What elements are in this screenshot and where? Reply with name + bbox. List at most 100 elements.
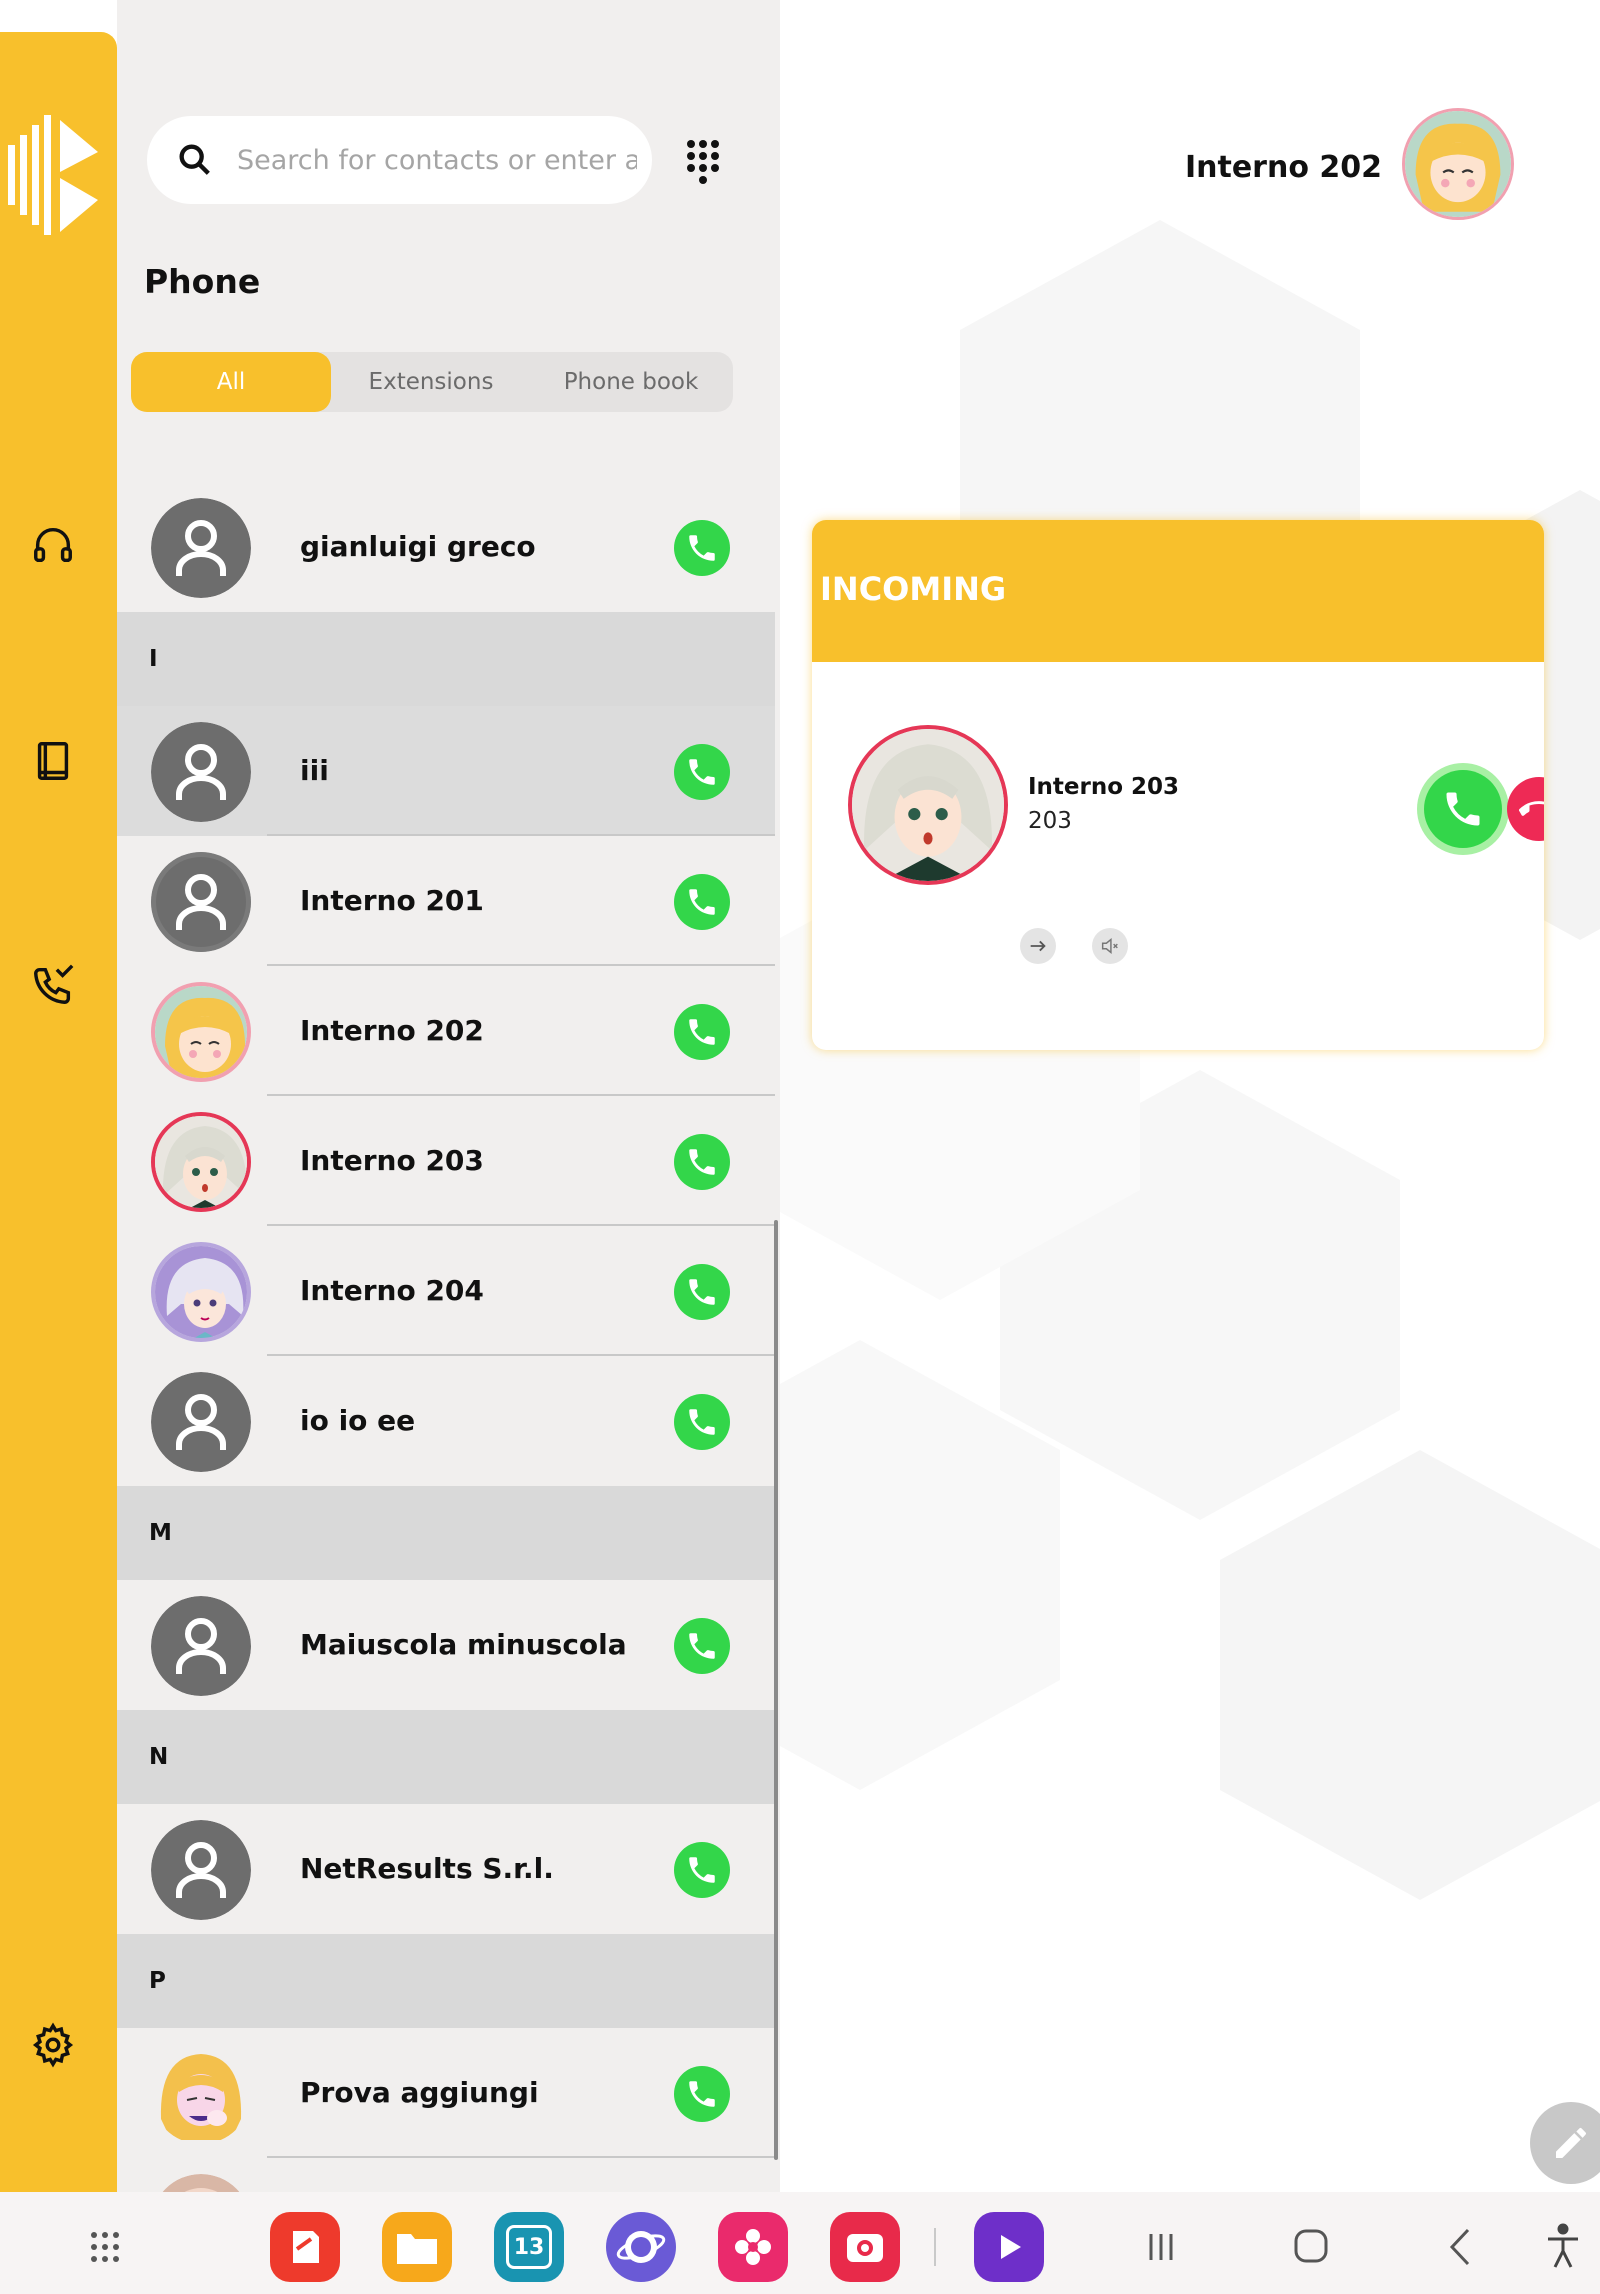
home-icon[interactable] (1276, 2212, 1346, 2282)
avatar (151, 1242, 251, 1342)
avatar (151, 1112, 251, 1212)
phone-icon (689, 1857, 715, 1883)
current-user-avatar[interactable] (1402, 108, 1514, 220)
incoming-call-header: INCOMING (812, 520, 1544, 662)
search-bar[interactable] (147, 116, 652, 204)
dialpad-icon[interactable] (679, 136, 727, 184)
contact-name: NetResults S.r.l. (300, 1852, 554, 1885)
hexagon-background (780, 220, 1600, 1900)
browser-app-icon[interactable] (606, 2212, 676, 2282)
headset-icon[interactable] (30, 522, 76, 568)
contact-name: gianluigi greco (300, 530, 536, 563)
contact-name: iii (300, 754, 329, 787)
calendar-app-icon[interactable]: 13 (494, 2212, 564, 2282)
phonebook-icon[interactable] (30, 738, 76, 784)
avatar (151, 982, 251, 1082)
default-avatar-icon (151, 852, 251, 952)
contact-name: Interno 203 (300, 1144, 484, 1177)
phone-icon (689, 1633, 715, 1659)
accessibility-icon[interactable] (1528, 2212, 1598, 2282)
call-button[interactable] (674, 2066, 730, 2122)
tab-extensions[interactable]: Extensions (331, 352, 531, 412)
calendar-day: 13 (506, 2225, 552, 2269)
camera-app-icon[interactable] (830, 2212, 900, 2282)
default-avatar-icon (151, 722, 251, 822)
contact-row[interactable]: Interno 204 (117, 1226, 775, 1356)
apps-grid-icon[interactable] (70, 2212, 140, 2282)
hang-up-icon (1519, 801, 1544, 816)
files-app-icon[interactable] (382, 2212, 452, 2282)
page-title: Phone (144, 262, 261, 301)
caller-number: 203 (1028, 808, 1072, 834)
contact-name: Interno 201 (300, 884, 484, 917)
contact-name: Maiuscola minuscola (300, 1628, 627, 1661)
phone-icon (689, 2081, 715, 2107)
phone-icon (1446, 792, 1480, 826)
contact-row[interactable]: Prova aggiungi (117, 2028, 775, 2158)
call-button[interactable] (674, 1842, 730, 1898)
current-user-name: Interno 202 (1184, 150, 1382, 185)
incoming-call-card: INCOMING Interno 203 203 (812, 520, 1544, 1050)
pencil-icon (1556, 2128, 1586, 2158)
transfer-button[interactable] (1020, 928, 1056, 964)
contact-row[interactable]: Interno 203 (117, 1096, 775, 1226)
call-button[interactable] (674, 874, 730, 930)
section-letter: M (149, 1520, 172, 1546)
default-avatar-icon (151, 1820, 251, 1920)
contact-row[interactable]: io io ee (117, 1356, 775, 1486)
contact-name: Interno 204 (300, 1274, 484, 1307)
call-button[interactable] (674, 520, 730, 576)
call-button[interactable] (674, 1134, 730, 1190)
contact-name: Prova aggiungi (300, 2076, 539, 2109)
contact-row[interactable]: Interno 201 (117, 836, 775, 966)
phone-icon (689, 1019, 715, 1045)
mute-button[interactable] (1092, 928, 1128, 964)
call-button[interactable] (674, 1394, 730, 1450)
phone-icon (689, 1409, 715, 1435)
speaker-mute-icon (1101, 938, 1118, 954)
section-header: M (117, 1486, 775, 1580)
default-avatar-icon (151, 1372, 251, 1472)
contacts-panel: Phone All Extensions Phone book gianluig… (117, 0, 780, 2192)
caller-name: Interno 203 (1028, 774, 1180, 800)
recents-icon[interactable] (1126, 2212, 1196, 2282)
gallery-app-icon[interactable] (718, 2212, 788, 2282)
phone-icon (689, 535, 715, 561)
phone-icon (689, 1279, 715, 1305)
contact-row[interactable]: iii (117, 706, 775, 836)
phone-icon (689, 1149, 715, 1175)
call-button[interactable] (674, 1618, 730, 1674)
contact-row[interactable]: Interno 202 (117, 966, 775, 1096)
side-navigation-rail (0, 32, 117, 2192)
tab-phone-book[interactable]: Phone book (531, 352, 731, 412)
app-logo (8, 115, 98, 235)
taskbar-divider (934, 2228, 936, 2266)
notes-app-icon[interactable] (270, 2212, 340, 2282)
arrow-right-icon (1030, 940, 1046, 952)
scrollbar[interactable] (774, 1220, 778, 2160)
call-button[interactable] (674, 1004, 730, 1060)
section-letter: P (149, 1968, 166, 1994)
section-header: P (117, 1934, 775, 2028)
back-icon[interactable] (1426, 2212, 1496, 2282)
search-input[interactable] (237, 144, 637, 176)
tab-all[interactable]: All (131, 352, 331, 412)
avatar (151, 2174, 251, 2192)
contact-row[interactable]: NetResults S.r.l. (117, 1804, 775, 1934)
section-letter: I (149, 646, 158, 672)
section-letter: N (149, 1744, 169, 1770)
contact-row[interactable]: Maiuscola minuscola (117, 1580, 775, 1710)
contact-name: io io ee (300, 1404, 416, 1437)
avatar (151, 2044, 251, 2144)
decline-call-button[interactable] (1507, 777, 1544, 841)
accept-call-button[interactable] (1424, 770, 1502, 848)
settings-gear-icon[interactable] (30, 2022, 76, 2068)
call-button[interactable] (674, 744, 730, 800)
call-button[interactable] (674, 1264, 730, 1320)
phone-icon (689, 889, 715, 915)
contact-row[interactable] (117, 2158, 775, 2192)
video-app-icon[interactable] (974, 2212, 1044, 2282)
call-history-icon[interactable] (30, 962, 76, 1008)
contact-row[interactable]: gianluigi greco (117, 482, 775, 612)
phone-icon (689, 759, 715, 785)
